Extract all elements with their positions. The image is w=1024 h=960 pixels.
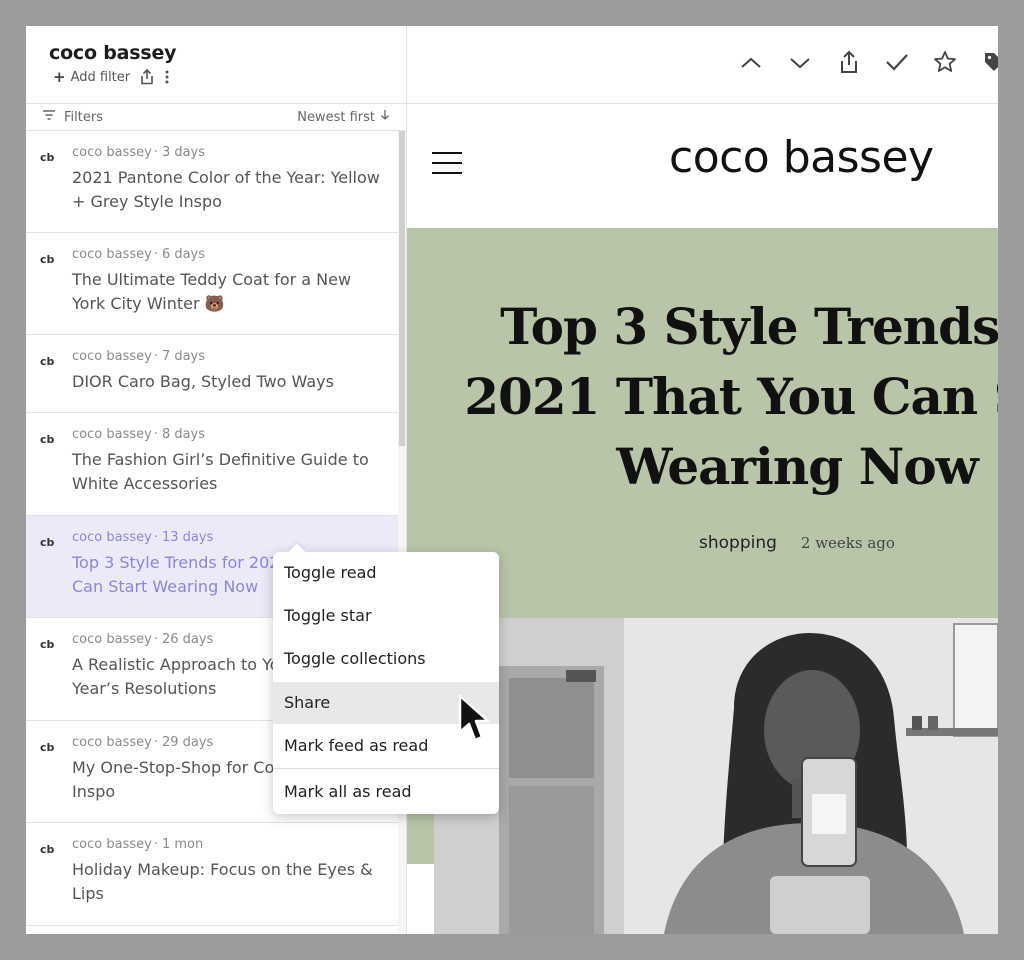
share-icon[interactable]: [140, 69, 154, 85]
menu-item-mark-all-read[interactable]: Mark all as read: [273, 771, 499, 813]
chevron-up-icon: [740, 55, 762, 74]
filter-bar: Filters Newest first: [26, 104, 406, 131]
story-source: coco bassey: [72, 145, 152, 160]
previous-story-button[interactable]: [738, 51, 764, 77]
share-icon: [839, 50, 859, 78]
feed-avatar-icon: cb: [40, 741, 55, 754]
story-row[interactable]: cb coco bassey · 7 days DIOR Caro Bag, Sty…: [26, 335, 398, 413]
hamburger-menu-icon[interactable]: [432, 152, 462, 174]
story-toolbar: [407, 26, 998, 104]
feed-header: coco bassey + Add filter: [26, 26, 406, 104]
site-logo[interactable]: coco bassey: [669, 132, 934, 183]
article-headline: Top 3 Style Trends for 2021 That You Can…: [397, 292, 998, 502]
feed-title: coco bassey: [49, 42, 177, 64]
next-story-button[interactable]: [787, 51, 813, 77]
story-source: coco bassey: [72, 632, 152, 647]
story-source: coco bassey: [72, 837, 152, 852]
story-row[interactable]: cb coco bassey · 1 mon Holiday Makeup: Foc…: [26, 823, 398, 926]
feed-avatar-icon: cb: [40, 536, 55, 549]
article-photo: [434, 618, 998, 934]
headline-line: Top 3 Style Trends for: [500, 297, 998, 356]
story-meta: coco bassey · 7 days: [72, 349, 206, 364]
feed-avatar-icon: cb: [40, 253, 55, 266]
article-category-link[interactable]: shopping: [699, 533, 777, 553]
app-window: coco bassey + Add filter Filters Newest …: [26, 26, 998, 934]
story-meta: coco bassey · 6 days: [72, 247, 206, 262]
mouse-cursor-icon: [456, 694, 496, 750]
add-filter-button[interactable]: + Add filter: [53, 67, 131, 86]
menu-divider: [273, 768, 499, 769]
feed-avatar-icon: cb: [40, 355, 55, 368]
site-header: coco bassey: [407, 104, 998, 228]
story-title: 2021 Pantone Color of the Year: Yellow +…: [72, 168, 380, 211]
story-source: coco bassey: [72, 530, 152, 545]
share-story-button[interactable]: [836, 50, 862, 78]
story-age: 3 days: [161, 145, 206, 160]
story-row[interactable]: cb coco bassey · 8 days The Fashion Girl’s…: [26, 413, 398, 516]
story-source: coco bassey: [72, 735, 152, 750]
story-meta: coco bassey · 1 mon: [72, 837, 204, 852]
filters-button[interactable]: Filters: [42, 109, 103, 125]
story-meta: coco bassey · 29 days: [72, 735, 214, 750]
story-age: 29 days: [161, 735, 214, 750]
feed-avatar-icon: cb: [40, 638, 55, 651]
story-source: coco bassey: [72, 427, 152, 442]
feed-avatar-icon: cb: [40, 151, 55, 164]
story-age: 1 mon: [161, 837, 204, 852]
menu-item-toggle-collections[interactable]: Toggle collections: [273, 638, 499, 680]
article-meta: shopping 2 weeks ago: [699, 533, 895, 553]
feed-avatar-icon: cb: [40, 433, 55, 446]
mark-read-button[interactable]: [884, 51, 910, 77]
feed-avatar-icon: cb: [40, 843, 55, 856]
sort-label: Newest first: [297, 109, 375, 125]
story-age: 13 days: [161, 530, 214, 545]
story-age: 7 days: [161, 349, 206, 364]
story-age: 8 days: [161, 427, 206, 442]
star-story-button[interactable]: [932, 51, 958, 77]
headline-line: 2021 That You Can Start: [464, 367, 998, 426]
story-source: coco bassey: [72, 247, 152, 262]
story-title: Holiday Makeup: Focus on the Eyes & Lips: [72, 860, 373, 903]
story-meta: coco bassey · 26 days: [72, 632, 214, 647]
article-photo-image: [434, 618, 998, 934]
story-context-menu: Toggle read Toggle star Toggle collectio…: [273, 543, 499, 814]
menu-item-toggle-star[interactable]: Toggle star: [273, 595, 499, 637]
story-meta: coco bassey · 3 days: [72, 145, 206, 160]
story-age: 26 days: [161, 632, 214, 647]
article-date: 2 weeks ago: [800, 534, 895, 552]
story-age: 6 days: [161, 247, 206, 262]
chevron-down-icon: [789, 55, 811, 74]
plus-icon: +: [53, 67, 66, 86]
star-icon: [933, 50, 957, 78]
tag-icon: [983, 51, 998, 77]
story-row[interactable]: cb coco bassey · 3 days 2021 Pantone Color…: [26, 131, 398, 233]
more-options-icon[interactable]: [164, 69, 170, 85]
menu-item-toggle-read[interactable]: Toggle read: [273, 552, 499, 594]
story-title: DIOR Caro Bag, Styled Two Ways: [72, 372, 334, 391]
story-meta: coco bassey · 13 days: [72, 530, 214, 545]
add-filter-label: Add filter: [70, 69, 131, 85]
headline-line: Wearing Now: [616, 437, 978, 496]
story-title: The Ultimate Teddy Coat for a New York C…: [72, 270, 352, 313]
tag-story-button[interactable]: [980, 51, 998, 77]
story-source: coco bassey: [72, 349, 152, 364]
filters-label: Filters: [64, 109, 103, 125]
story-meta: coco bassey · 8 days: [72, 427, 206, 442]
feed-actions: + Add filter: [53, 69, 170, 85]
arrow-down-icon: [380, 109, 390, 125]
checkmark-icon: [885, 52, 909, 76]
story-title: The Fashion Girl’s Definitive Guide to W…: [72, 450, 369, 493]
story-row[interactable]: cb coco bassey · 6 days The Ultimate Teddy…: [26, 233, 398, 335]
sort-dropdown[interactable]: Newest first: [297, 109, 390, 125]
filter-icon: [42, 109, 56, 125]
